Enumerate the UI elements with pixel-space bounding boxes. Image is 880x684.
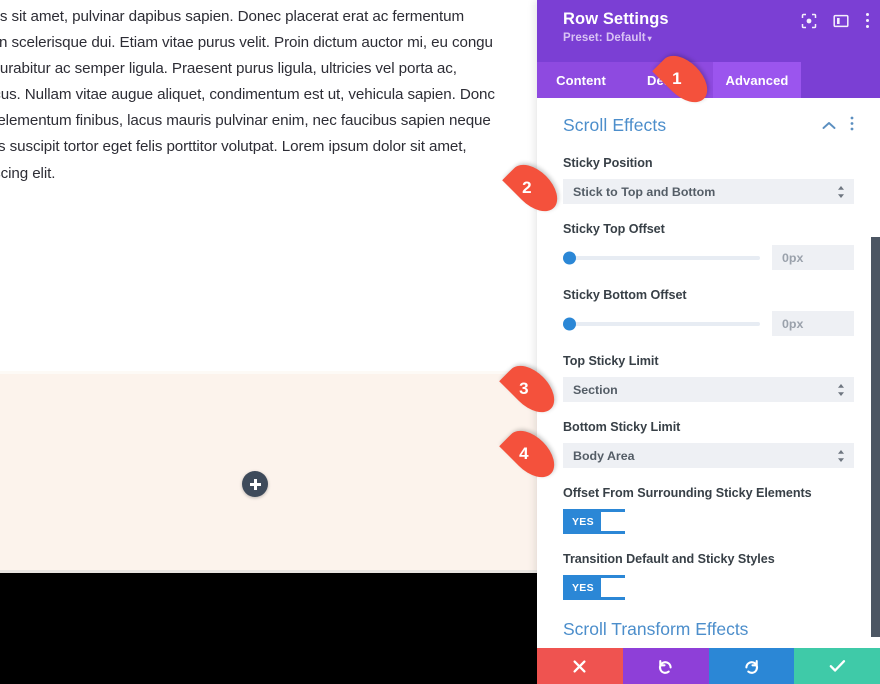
section-title: Scroll Effects bbox=[563, 115, 667, 135]
save-button[interactable] bbox=[794, 648, 880, 684]
scroll-effects-section-header[interactable]: Scroll Effects bbox=[563, 98, 854, 138]
top-sticky-limit-select[interactable]: Section bbox=[563, 377, 854, 402]
range-row: 0px bbox=[563, 245, 854, 270]
close-icon bbox=[572, 659, 587, 674]
panel-scrollbar[interactable] bbox=[871, 237, 880, 637]
field-label: Transition Default and Sticky Styles bbox=[563, 552, 775, 566]
chevron-down-icon: ▾ bbox=[647, 34, 652, 43]
more-options-icon[interactable] bbox=[850, 116, 854, 136]
preset-label: Preset: Default bbox=[563, 32, 646, 44]
field-transition-styles: Transition Default and Sticky Styles YES bbox=[563, 534, 854, 600]
slider-handle[interactable] bbox=[563, 251, 576, 264]
focus-target-icon[interactable] bbox=[801, 13, 817, 34]
panel-layout-icon[interactable] bbox=[833, 13, 849, 34]
page-canvas: nec lectus sit amet, pulvinar dapibus sa… bbox=[0, 0, 540, 684]
black-section bbox=[0, 573, 540, 684]
scroll-transform-effects-section-header[interactable]: Scroll Transform Effects bbox=[563, 600, 854, 640]
more-options-icon[interactable] bbox=[865, 12, 870, 34]
field-label: Sticky Top Offset bbox=[563, 222, 665, 236]
paragraph-line: pus et. Curabitur ac semper ligula. Prae… bbox=[0, 60, 457, 78]
cancel-button[interactable] bbox=[537, 648, 623, 684]
paragraph-line: , sem et elementum finibus, lacus mauris… bbox=[0, 112, 491, 130]
add-module-button[interactable] bbox=[242, 471, 268, 497]
plus-icon bbox=[249, 478, 261, 490]
field-label: Offset From Surrounding Sticky Elements bbox=[563, 486, 812, 500]
panel-header-icons bbox=[801, 12, 870, 34]
panel-scroll-body: Scroll Effects Sticky Position Stick to … bbox=[537, 98, 880, 684]
field-bottom-sticky-limit: Bottom Sticky Limit Body Area bbox=[563, 402, 854, 468]
select-value: Body Area bbox=[573, 448, 635, 463]
select-arrows-icon bbox=[837, 383, 845, 396]
sticky-position-select[interactable]: Stick to Top and Bottom bbox=[563, 179, 854, 204]
toggle-knob bbox=[600, 578, 625, 597]
transition-styles-toggle[interactable]: YES bbox=[563, 575, 625, 600]
field-label: Top Sticky Limit bbox=[563, 354, 659, 368]
offset-from-surrounding-toggle[interactable]: YES bbox=[563, 509, 625, 534]
cream-section bbox=[0, 374, 540, 573]
panel-header: Row Settings Preset: Default ▾ bbox=[537, 0, 880, 62]
field-label: Bottom Sticky Limit bbox=[563, 420, 681, 434]
redo-button[interactable] bbox=[708, 648, 795, 684]
slider-track bbox=[563, 321, 760, 326]
redo-icon bbox=[743, 658, 760, 675]
tab-design[interactable]: Design bbox=[625, 62, 713, 98]
sticky-top-offset-slider[interactable] bbox=[563, 251, 760, 265]
field-offset-from-surrounding: Offset From Surrounding Sticky Elements … bbox=[563, 468, 854, 534]
field-sticky-position: Sticky Position Stick to Top and Bottom bbox=[563, 138, 854, 204]
slider-handle[interactable] bbox=[563, 317, 576, 330]
paragraph-line: um et lacus. Nullam vitae augue aliquet,… bbox=[0, 86, 495, 104]
toggle-label: YES bbox=[572, 581, 594, 594]
screenshot-root: nec lectus sit amet, pulvinar dapibus sa… bbox=[0, 0, 880, 684]
panel-footer bbox=[537, 648, 880, 684]
input-placeholder: 0px bbox=[782, 316, 804, 331]
sticky-top-offset-input[interactable]: 0px bbox=[772, 245, 854, 270]
field-label: Sticky Position bbox=[563, 156, 653, 170]
tab-content[interactable]: Content bbox=[537, 62, 625, 98]
paragraph-line: n. Nunc in scelerisque dui. Etiam vitae … bbox=[0, 34, 493, 52]
paragraph-line: tur adipiscing elit. bbox=[0, 164, 56, 182]
select-arrows-icon bbox=[837, 449, 845, 462]
sticky-bottom-offset-slider[interactable] bbox=[563, 317, 760, 331]
toggle-knob bbox=[600, 512, 625, 531]
toggle-label: YES bbox=[572, 515, 594, 528]
slider-track bbox=[563, 255, 760, 260]
tab-advanced[interactable]: Advanced bbox=[713, 62, 801, 98]
input-placeholder: 0px bbox=[782, 250, 804, 265]
select-arrows-icon bbox=[837, 185, 845, 198]
bottom-sticky-limit-select[interactable]: Body Area bbox=[563, 443, 854, 468]
undo-icon bbox=[657, 658, 674, 675]
tab-bar-filler bbox=[801, 62, 880, 98]
range-row: 0px bbox=[563, 311, 854, 336]
field-sticky-bottom-offset: Sticky Bottom Offset 0px bbox=[563, 270, 854, 336]
field-label: Sticky Bottom Offset bbox=[563, 288, 687, 302]
undo-button[interactable] bbox=[622, 648, 709, 684]
select-value: Section bbox=[573, 382, 618, 397]
chevron-up-icon[interactable] bbox=[822, 117, 836, 135]
panel-tabs: Content Design Advanced bbox=[537, 62, 880, 98]
paragraph-line: nec lectus sit amet, pulvinar dapibus sa… bbox=[0, 8, 465, 25]
row-settings-panel: Row Settings Preset: Default ▾ Content D… bbox=[537, 0, 880, 684]
body-paragraph: nec lectus sit amet, pulvinar dapibus sa… bbox=[0, 4, 540, 187]
check-icon bbox=[829, 659, 846, 673]
paragraph-line: . Vivamus suscipit tortor eget felis por… bbox=[0, 138, 467, 156]
field-sticky-top-offset: Sticky Top Offset 0px bbox=[563, 204, 854, 270]
field-top-sticky-limit: Top Sticky Limit Section bbox=[563, 336, 854, 402]
sticky-bottom-offset-input[interactable]: 0px bbox=[772, 311, 854, 336]
select-value: Stick to Top and Bottom bbox=[573, 184, 716, 199]
